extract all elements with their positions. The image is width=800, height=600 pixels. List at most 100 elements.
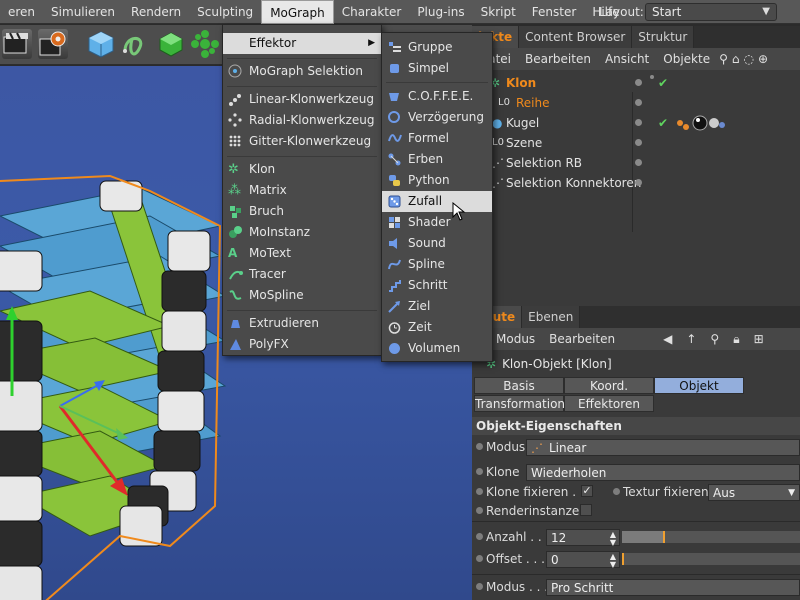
menu-rendern-partial[interactable]: eren (0, 0, 43, 24)
menu-item-spline[interactable]: Spline (382, 254, 492, 275)
modus2-dropdown[interactable]: Pro Schritt (546, 579, 800, 596)
array-icon[interactable] (190, 29, 220, 59)
visibility-dot[interactable] (635, 139, 642, 146)
tab-content-browser[interactable]: Content Browser (519, 26, 633, 48)
menu-item-mograph-selektion[interactable]: MoGraph Selektion (223, 61, 381, 82)
klone-dropdown[interactable]: Wiederholen (526, 464, 800, 481)
menu-item-motext[interactable]: A MoText (223, 243, 381, 264)
menu-objekte[interactable]: Objekte (656, 52, 717, 66)
menu-item-effektor[interactable]: Effektor ▶ (223, 33, 381, 54)
menu-item-coffee[interactable]: C.O.F.F.E.E. (382, 86, 492, 107)
menu-mograph[interactable]: MoGraph (261, 0, 334, 24)
object-row-reihe[interactable]: L0 Reihe (472, 93, 800, 113)
menu-item-klon[interactable]: ✲ Klon (223, 159, 381, 180)
back-arrow-icon[interactable]: ◀ (656, 332, 679, 346)
menu-ansicht[interactable]: Ansicht (598, 52, 656, 66)
subtab-effektoren[interactable]: Effektoren (564, 395, 654, 412)
menu-item-mospline[interactable]: MoSpline (223, 285, 381, 306)
spline-pen-icon[interactable] (120, 29, 150, 59)
layout-select[interactable]: Start ▼ (645, 3, 777, 21)
anzahl-slider[interactable] (622, 531, 800, 543)
renderinstanzen-checkbox[interactable] (580, 504, 592, 516)
render-dot[interactable] (650, 75, 654, 79)
nurbs-icon[interactable] (156, 29, 186, 59)
klone-fixieren-checkbox[interactable]: ✓ (581, 485, 593, 497)
home-icon[interactable]: ⌂ (730, 52, 742, 66)
textur-fixieren-dropdown[interactable]: Aus ▼ (708, 484, 800, 501)
keyframe-bullet[interactable] (476, 583, 483, 590)
menu-item-sound[interactable]: Sound (382, 233, 492, 254)
menu-item-ziel[interactable]: Ziel (382, 296, 492, 317)
offset-slider[interactable] (622, 553, 800, 565)
cube-icon[interactable] (86, 29, 116, 59)
menu-simulieren[interactable]: Simulieren (43, 0, 123, 24)
menu-item-shader[interactable]: Shader (382, 212, 492, 233)
menu-item-moinstanz[interactable]: MoInstanz (223, 222, 381, 243)
keyframe-bullet[interactable] (476, 488, 483, 495)
visibility-dot[interactable] (635, 99, 642, 106)
menu-item-python[interactable]: Python (382, 170, 492, 191)
render-settings-icon[interactable] (38, 29, 68, 59)
menu-item-simpel[interactable]: Simpel (382, 58, 492, 79)
object-row-selektion-rb[interactable]: ⋰ Selektion RB (472, 153, 800, 173)
menu-item-zeit[interactable]: Zeit (382, 317, 492, 338)
arrow-up-icon[interactable]: ⊕ (756, 52, 770, 66)
menu-plugins[interactable]: Plug-ins (409, 0, 472, 24)
enabled-check-icon[interactable]: ✔ (658, 113, 668, 133)
object-row-kugel[interactable]: ● Kugel ✔ (472, 113, 800, 133)
menu-item-gitter-klonwerkzeug[interactable]: Gitter-Klonwerkzeug (223, 131, 381, 152)
menu-item-bruch[interactable]: Bruch (223, 201, 381, 222)
search-icon[interactable]: ⚲ (703, 332, 726, 346)
menu-bearbeiten[interactable]: Bearbeiten (518, 52, 598, 66)
lock-icon[interactable]: 🔒︎ (726, 332, 746, 347)
menu-sculpting[interactable]: Sculpting (189, 0, 261, 24)
visibility-dot[interactable] (635, 159, 642, 166)
tab-struktur[interactable]: Struktur (632, 26, 695, 48)
object-row-szene[interactable]: L0 Szene (472, 133, 800, 153)
tab-ebenen[interactable]: Ebenen (522, 306, 581, 328)
search-icon[interactable]: ⚲ (717, 52, 730, 66)
subtab-transformation[interactable]: Transformation (474, 395, 565, 412)
up-arrow-icon[interactable]: ↑ (679, 332, 703, 346)
modus-dropdown[interactable]: ⋰ Linear (526, 439, 800, 456)
render-view-icon[interactable] (2, 29, 32, 59)
menu-item-schritt[interactable]: Schritt (382, 275, 492, 296)
visibility-dot[interactable] (635, 79, 642, 86)
menu-rendern[interactable]: Rendern (123, 0, 189, 24)
menu-item-linear-klonwerkzeug[interactable]: Linear-Klonwerkzeug (223, 89, 381, 110)
menu-item-radial-klonwerkzeug[interactable]: Radial-Klonwerkzeug (223, 110, 381, 131)
menu-item-polyfx[interactable]: PolyFX (223, 334, 381, 355)
menu-item-verzoegerung[interactable]: Verzögerung (382, 107, 492, 128)
stepper-icon[interactable]: ▲ ▼ (610, 531, 616, 547)
menu-item-erben[interactable]: Erben (382, 149, 492, 170)
visibility-dot[interactable] (635, 119, 642, 126)
visibility-dot[interactable] (635, 179, 642, 186)
menu-item-volumen[interactable]: Volumen (382, 338, 492, 359)
stepper-icon[interactable]: ▲ ▼ (610, 553, 616, 569)
menu-item-tracer[interactable]: Tracer (223, 264, 381, 285)
object-row-selektion-konnektoren[interactable]: ⋰ Selektion Konnektoren (472, 173, 800, 193)
subtab-koord[interactable]: Koord. (564, 377, 654, 394)
menu-item-gruppe[interactable]: Gruppe (382, 37, 492, 58)
subtab-basis[interactable]: Basis (474, 377, 564, 394)
object-row-klon[interactable]: ✲ Klon ✔ (472, 73, 800, 93)
menu-item-formel[interactable]: Formel (382, 128, 492, 149)
menu-fenster[interactable]: Fenster (524, 0, 585, 24)
keyframe-bullet[interactable] (476, 555, 483, 562)
eye-icon[interactable]: ◌ (742, 52, 756, 66)
menu-item-matrix[interactable]: ⁂ Matrix (223, 180, 381, 201)
anzahl-input[interactable]: 12 ▲ ▼ (546, 529, 620, 547)
menu-item-extrudieren[interactable]: Extrudieren (223, 313, 381, 334)
menu-bearbeiten[interactable]: Bearbeiten (542, 332, 622, 346)
offset-input[interactable]: 0 ▲ ▼ (546, 551, 620, 569)
menu-skript[interactable]: Skript (473, 0, 524, 24)
new-panel-icon[interactable]: ⊞ (747, 332, 771, 346)
menu-item-zufall[interactable]: Zufall (382, 191, 492, 212)
menu-charakter[interactable]: Charakter (334, 0, 410, 24)
keyframe-bullet[interactable] (476, 443, 483, 450)
keyframe-bullet[interactable] (476, 507, 483, 514)
keyframe-bullet[interactable] (476, 468, 483, 475)
keyframe-bullet[interactable] (476, 533, 483, 540)
keyframe-bullet[interactable] (613, 488, 620, 495)
subtab-objekt[interactable]: Objekt (654, 377, 744, 394)
